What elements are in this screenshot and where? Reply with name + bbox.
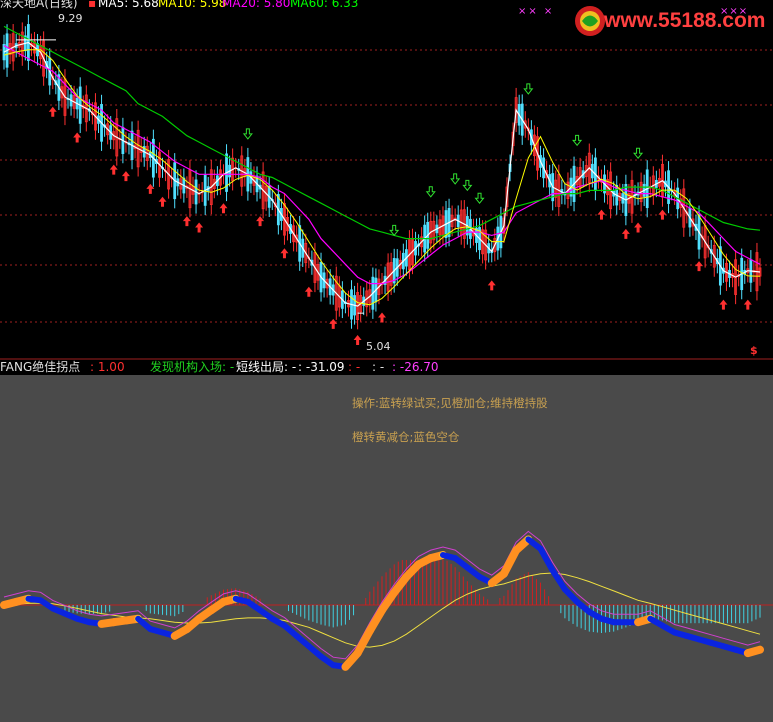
ma10-label: MA10: 5.98 bbox=[158, 0, 227, 10]
buy-arrow-icon bbox=[487, 280, 496, 291]
buy-arrow-icon bbox=[304, 286, 313, 297]
price-chart[interactable] bbox=[0, 0, 773, 360]
main-band-orange bbox=[743, 645, 764, 658]
sell-marker-icon: $ bbox=[750, 344, 758, 357]
short-exit-value: : -31.09 bbox=[298, 360, 345, 374]
sell-arrow-icon bbox=[633, 147, 644, 160]
buy-arrow-icon bbox=[634, 222, 643, 233]
sell-arrow-icon bbox=[572, 134, 583, 147]
indicator-param: : 1.00 bbox=[90, 360, 125, 374]
operation-note-1: 操作:蓝转绿试买;见橙加仓;维持橙持股 bbox=[352, 396, 548, 410]
candlesticks bbox=[2, 14, 762, 330]
buy-arrow-icon bbox=[158, 196, 167, 207]
indicator-item4: : - bbox=[372, 360, 385, 374]
buy-arrow-icon bbox=[743, 299, 752, 310]
buy-arrow-icon bbox=[182, 216, 191, 227]
ma-line-ma20 bbox=[3, 45, 761, 285]
buy-arrow-icon bbox=[621, 228, 630, 239]
low-price-label: 5.04 bbox=[366, 340, 391, 353]
sell-arrow-icon bbox=[462, 179, 473, 192]
indicator-chart[interactable] bbox=[0, 375, 773, 722]
buy-arrow-icon bbox=[195, 222, 204, 233]
buy-arrow-icon bbox=[73, 132, 82, 143]
buy-arrow-icon bbox=[658, 209, 667, 220]
indicator-header-bar: FANG绝佳拐点 : 1.00 发现机构入场: - 短线出局: - : -31.… bbox=[0, 360, 773, 375]
indicator-panel[interactable]: 操作:蓝转绿试买;见橙加仓;维持橙持股 橙转黄减仓;蓝色空仓 bbox=[0, 375, 773, 722]
buy-arrow-icon bbox=[353, 335, 362, 345]
buy-arrow-icon bbox=[719, 299, 728, 310]
sell-arrow-icon bbox=[242, 128, 253, 140]
buy-arrow-icon bbox=[48, 106, 57, 117]
buy-arrow-icon bbox=[280, 248, 289, 259]
legend-dot-icon: ▪ bbox=[88, 0, 97, 10]
ma20-label: MA20: 5.80 bbox=[222, 0, 291, 10]
indicator-item3: : - bbox=[348, 360, 361, 374]
watermark-text: www.55188.com bbox=[604, 9, 766, 32]
chart-title: 深天地A(日线) bbox=[0, 0, 78, 10]
sell-arrow-icon bbox=[425, 186, 436, 198]
sell-arrow-icon bbox=[389, 224, 400, 237]
operation-note-2: 橙转黄减仓;蓝色空仓 bbox=[352, 430, 460, 444]
sell-arrow-icon bbox=[474, 192, 485, 205]
signal-arrows bbox=[48, 83, 752, 345]
sell-arrow-icon bbox=[523, 83, 534, 95]
buy-arrow-icon bbox=[329, 318, 338, 329]
buy-arrow-icon bbox=[378, 312, 386, 323]
buy-arrow-icon bbox=[597, 209, 606, 220]
ma5-label: MA5: 5.68 bbox=[98, 0, 159, 10]
sell-arrow-icon bbox=[450, 173, 461, 185]
cross-markers: ×× × bbox=[518, 6, 555, 17]
institution-entry-label: 发现机构入场: - bbox=[150, 360, 235, 374]
indicator-item5: : -26.70 bbox=[392, 360, 439, 374]
indicator-name: FANG绝佳拐点 bbox=[0, 360, 81, 374]
short-exit-label: 短线出局: - bbox=[236, 360, 297, 374]
ma60-label: MA60: 6.33 bbox=[290, 0, 359, 10]
high-price-label: 9.29 bbox=[58, 12, 83, 25]
buy-arrow-icon bbox=[109, 164, 118, 175]
buy-arrow-icon bbox=[219, 203, 228, 214]
buy-arrow-icon bbox=[121, 171, 130, 182]
price-chart-panel[interactable]: 深天地A(日线) ▪ MA5: 5.68 MA10: 5.98 MA20: 5.… bbox=[0, 0, 773, 360]
buy-arrow-icon bbox=[695, 261, 704, 272]
